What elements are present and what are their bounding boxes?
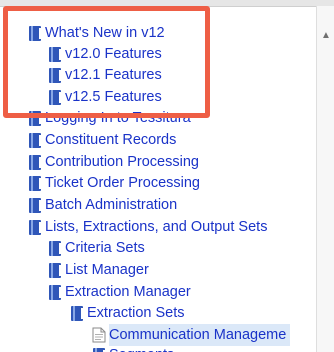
tree-item-label: Contribution Processing bbox=[45, 154, 199, 170]
tree-item-v12-5-features[interactable]: v12.5 Features bbox=[48, 86, 162, 108]
scroll-up-arrow-icon[interactable]: ▲ bbox=[317, 28, 334, 44]
tree-item-communication-management[interactable]: Communication Manageme bbox=[92, 324, 291, 346]
book-icon bbox=[29, 25, 41, 41]
tree-item-label: Extraction Manager bbox=[65, 284, 191, 300]
book-icon bbox=[29, 132, 41, 148]
tree-item-label: Ticket Order Processing bbox=[45, 175, 200, 191]
book-icon bbox=[49, 46, 61, 62]
book-icon bbox=[29, 197, 41, 213]
tree-item-criteria-sets[interactable]: Criteria Sets bbox=[48, 237, 145, 259]
tree-item-contribution-processing[interactable]: Contribution Processing bbox=[28, 151, 199, 173]
tree-item-label: Lists, Extractions, and Output Sets bbox=[45, 219, 268, 235]
tree-item-label: Extraction Sets bbox=[87, 305, 185, 321]
book-icon bbox=[49, 67, 61, 83]
tree-item-constituent-records[interactable]: Constituent Records bbox=[28, 129, 176, 151]
tree-item-label: v12.5 Features bbox=[65, 89, 162, 105]
book-icon bbox=[49, 240, 61, 256]
book-icon bbox=[29, 219, 41, 235]
tree-item-label: List Manager bbox=[65, 262, 149, 278]
tree-item-label: Criteria Sets bbox=[65, 240, 145, 256]
vertical-scrollbar[interactable]: ▲ bbox=[316, 6, 334, 352]
tree-item-label: Logging In to Tessitura bbox=[45, 110, 191, 126]
tree-item-segments[interactable]: Segments bbox=[92, 344, 174, 352]
book-icon bbox=[29, 110, 41, 126]
tree-item-whats-new[interactable]: What's New in v12 bbox=[28, 22, 165, 44]
tree-item-label: v12.1 Features bbox=[65, 67, 162, 83]
tree-item-label: v12.0 Features bbox=[65, 46, 162, 62]
tree-item-list-manager[interactable]: List Manager bbox=[48, 259, 149, 281]
tree-item-label: Batch Administration bbox=[45, 197, 178, 213]
book-icon bbox=[29, 154, 41, 170]
tree-item-label: What's New in v12 bbox=[45, 25, 165, 41]
book-icon bbox=[71, 305, 83, 321]
tree-item-label: Communication Manageme bbox=[109, 324, 291, 346]
help-contents-tree: What's New in v12 v12.0 Features v12.1 F… bbox=[0, 0, 316, 352]
book-icon bbox=[49, 262, 61, 278]
tree-item-lists-extractions-output-sets[interactable]: Lists, Extractions, and Output Sets bbox=[28, 216, 267, 238]
tree-item-label: Constituent Records bbox=[45, 132, 177, 148]
tree-item-extraction-sets[interactable]: Extraction Sets bbox=[70, 302, 185, 324]
tree-item-ticket-order-processing[interactable]: Ticket Order Processing bbox=[28, 172, 200, 194]
book-icon bbox=[29, 175, 41, 191]
page-icon bbox=[92, 327, 106, 343]
tree-item-extraction-manager[interactable]: Extraction Manager bbox=[48, 281, 191, 303]
tree-item-logging-in[interactable]: Logging In to Tessitura bbox=[28, 107, 191, 129]
book-icon bbox=[49, 284, 61, 300]
tree-item-v12-0-features[interactable]: v12.0 Features bbox=[48, 43, 162, 65]
book-icon bbox=[49, 89, 61, 105]
book-icon bbox=[93, 347, 105, 352]
tree-item-v12-1-features[interactable]: v12.1 Features bbox=[48, 64, 162, 86]
tree-item-batch-administration[interactable]: Batch Administration bbox=[28, 194, 177, 216]
tree-item-label: Segments bbox=[109, 344, 174, 352]
